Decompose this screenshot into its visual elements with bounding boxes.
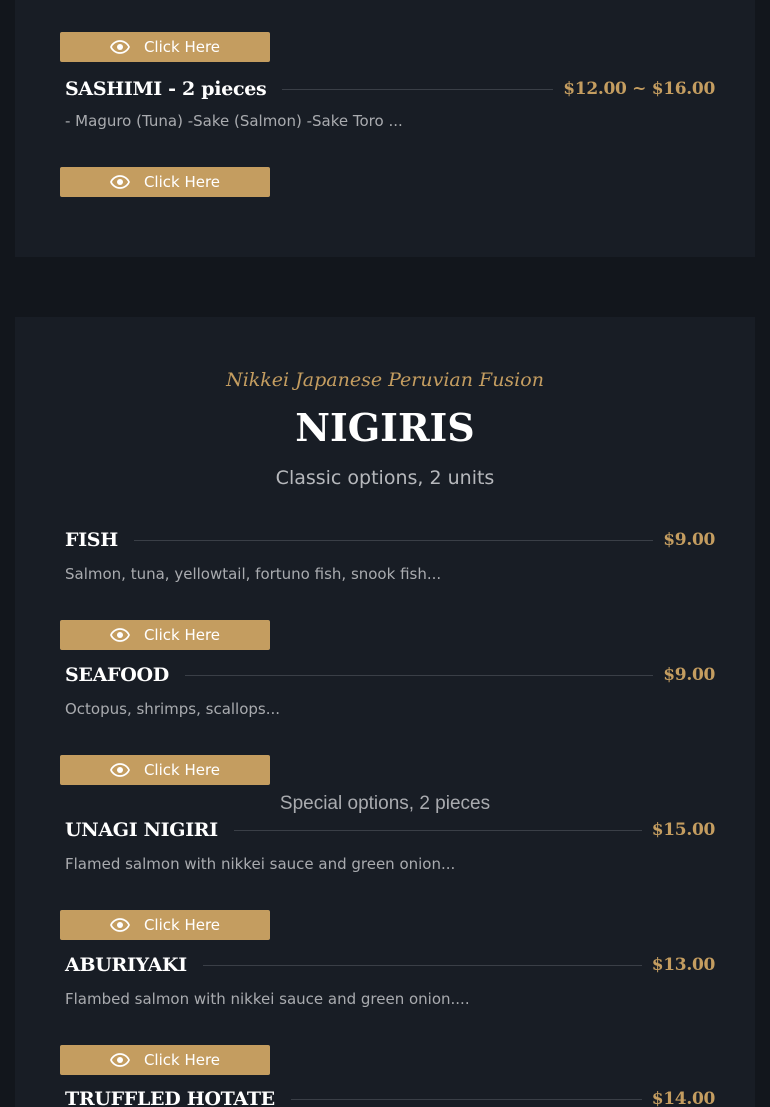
eye-icon [109, 1053, 130, 1067]
item-price: $13.00 [651, 955, 716, 975]
dotted-divider [133, 539, 654, 541]
menu-card-sashimi: Click Here SASHIMI - 2 pieces $12.00 ~ $… [15, 0, 755, 257]
eye-icon [109, 918, 130, 932]
item-description: Flambed salmon with nikkei sauce and gre… [65, 990, 470, 1008]
eye-icon [109, 40, 130, 54]
menu-item-seafood: SEAFOOD $9.00 [65, 660, 715, 690]
eye-icon [109, 175, 130, 189]
eye-icon [109, 763, 130, 777]
button-label: Click Here [143, 916, 221, 934]
dotted-divider [233, 829, 642, 831]
section-kicker: Nikkei Japanese Peruvian Fusion [226, 369, 544, 391]
item-description: Salmon, tuna, yellowtail, fortuno fish, … [65, 565, 442, 583]
dotted-divider [184, 674, 654, 676]
item-name: TRUFFLED HOTATE [65, 1088, 275, 1107]
menu-card-nigiris: Nikkei Japanese Peruvian Fusion NIGIRIS … [15, 317, 755, 1107]
button-label: Click Here [143, 626, 221, 644]
special-options-label: Special options, 2 pieces [279, 793, 491, 814]
button-label: Click Here [143, 38, 221, 56]
item-name: ABURIYAKI [65, 954, 187, 976]
section-subtitle: Classic options, 2 units [275, 467, 495, 489]
click-here-button[interactable]: Click Here [60, 32, 270, 62]
item-description: Octopus, shrimps, scallops... [65, 700, 281, 718]
dotted-divider [202, 964, 642, 966]
menu-item-sashimi: SASHIMI - 2 pieces $12.00 ~ $16.00 [65, 74, 715, 104]
click-here-button[interactable]: Click Here [60, 620, 270, 650]
click-here-button[interactable]: Click Here [60, 1045, 270, 1075]
menu-item-fish: FISH $9.00 [65, 525, 715, 555]
item-description: Flamed salmon with nikkei sauce and gree… [65, 855, 456, 873]
item-price: $15.00 [651, 820, 716, 840]
menu-item-unagi-nigiri: UNAGI NIGIRI $15.00 [65, 815, 715, 845]
click-here-button[interactable]: Click Here [60, 910, 270, 940]
menu-item-aburiyaki: ABURIYAKI $13.00 [65, 950, 715, 980]
dotted-divider [290, 1098, 642, 1100]
item-description: - Maguro (Tuna) -Sake (Salmon) -Sake Tor… [65, 112, 403, 130]
item-name: UNAGI NIGIRI [65, 819, 218, 841]
click-here-button[interactable]: Click Here [60, 755, 270, 785]
item-name: SEAFOOD [65, 664, 169, 686]
eye-icon [109, 628, 130, 642]
item-price: $9.00 [663, 530, 715, 550]
item-name: SASHIMI - 2 pieces [65, 78, 267, 100]
item-price: $9.00 [663, 665, 715, 685]
dotted-divider [282, 88, 554, 90]
button-label: Click Here [143, 1051, 221, 1069]
button-label: Click Here [143, 173, 221, 191]
item-name: FISH [65, 529, 118, 551]
menu-item-truffled-hotate: TRUFFLED HOTATE $14.00 [65, 1084, 715, 1107]
click-here-button[interactable]: Click Here [60, 167, 270, 197]
item-price: $14.00 [651, 1089, 716, 1107]
section-title: NIGIRIS [295, 405, 475, 450]
button-label: Click Here [143, 761, 221, 779]
item-price: $12.00 ~ $16.00 [563, 79, 715, 99]
